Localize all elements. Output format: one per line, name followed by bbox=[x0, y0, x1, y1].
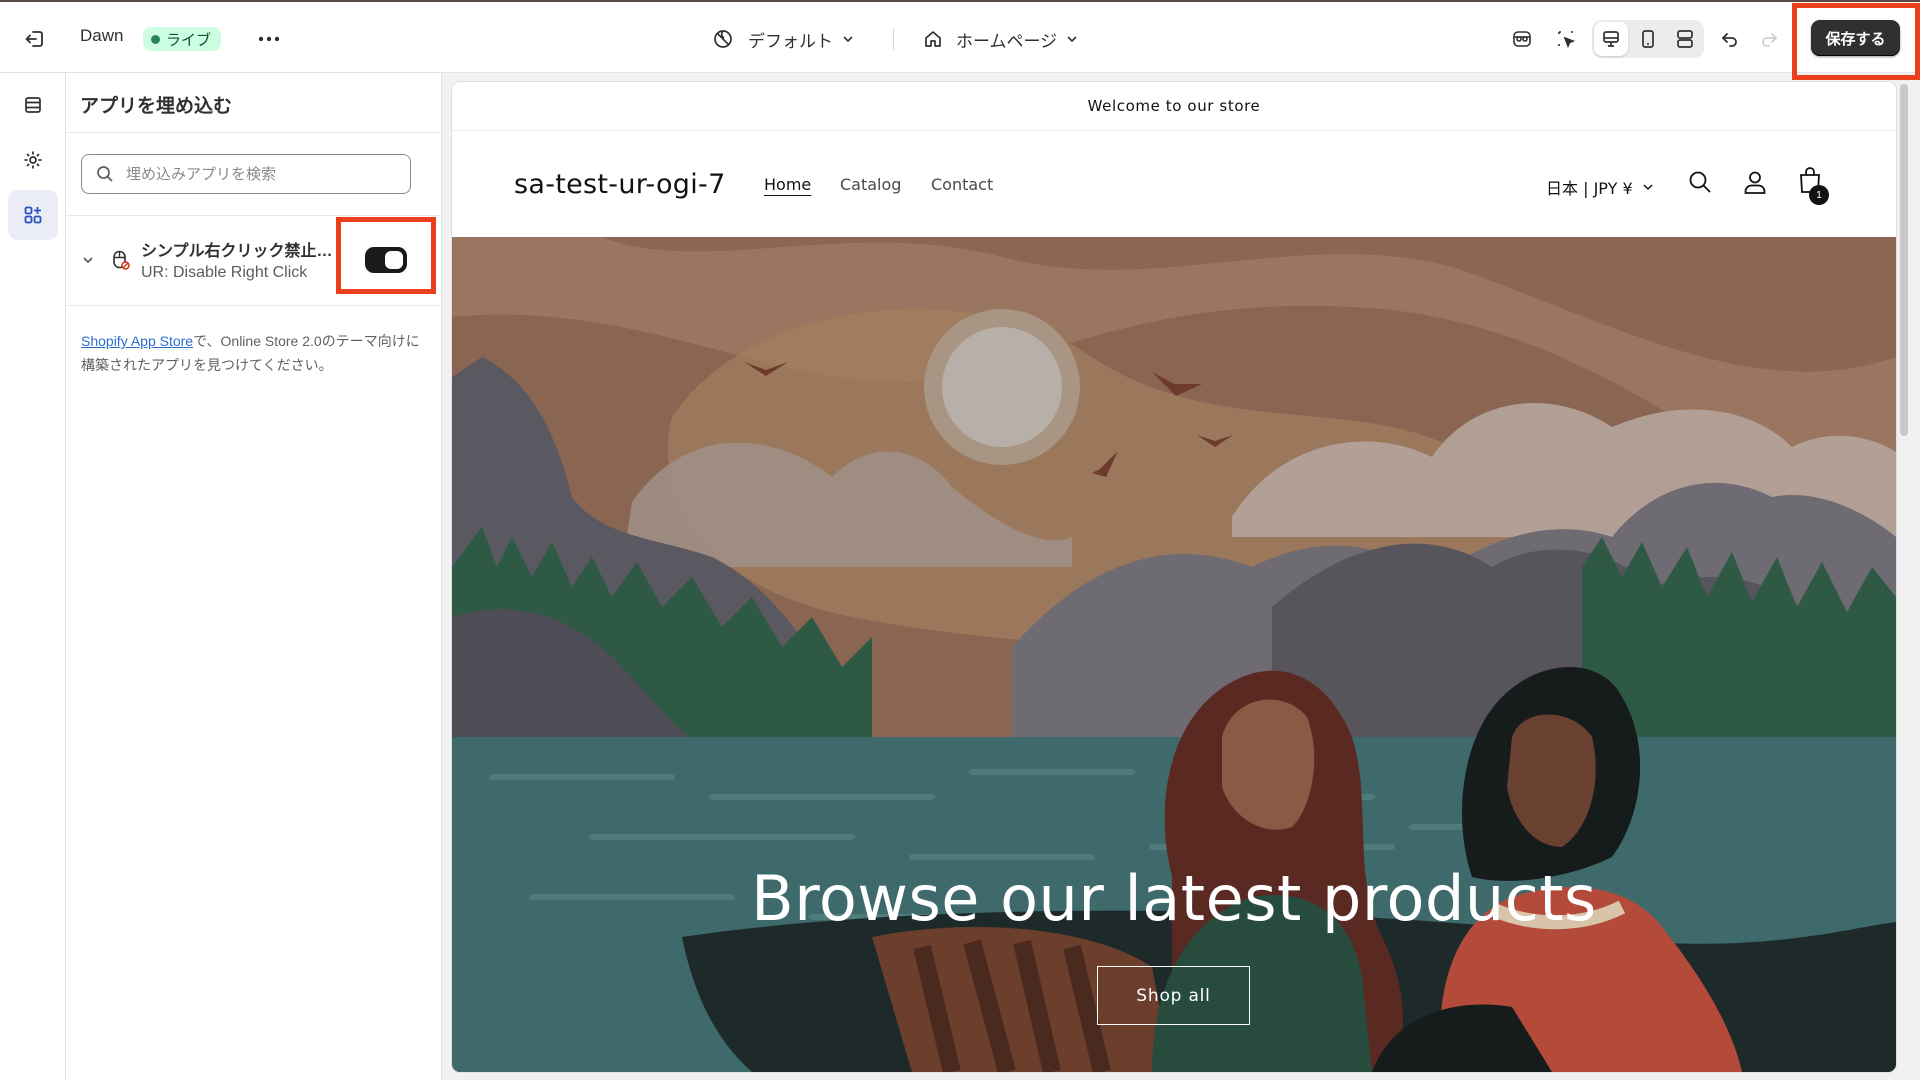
mouse-block-icon bbox=[113, 250, 130, 270]
inspector-icon bbox=[1513, 31, 1531, 47]
theme-name: Dawn bbox=[80, 26, 124, 45]
store-logo[interactable]: sa-test-ur-ogi-7 bbox=[514, 169, 726, 200]
chevron-down-icon[interactable] bbox=[80, 252, 96, 268]
redo-icon bbox=[1762, 33, 1777, 47]
preview-scrollbar[interactable] bbox=[1900, 84, 1908, 436]
app-search-field[interactable] bbox=[81, 154, 411, 194]
apps-icon bbox=[24, 206, 42, 224]
panel-divider bbox=[66, 132, 442, 133]
app-embeds-nav-button[interactable] bbox=[8, 190, 58, 240]
app-search-input[interactable] bbox=[126, 165, 386, 183]
save-button-highlight bbox=[1792, 3, 1920, 80]
cart-count-badge: 1 bbox=[1809, 185, 1829, 205]
chevron-down-icon bbox=[1643, 184, 1653, 191]
select-element-button[interactable] bbox=[1549, 22, 1583, 56]
left-rail bbox=[0, 73, 66, 1080]
template-label: デフォルト bbox=[748, 31, 833, 51]
desktop-view-button[interactable] bbox=[1594, 22, 1628, 56]
ellipsis-icon bbox=[258, 36, 280, 42]
nav-link-home[interactable]: Home bbox=[764, 175, 811, 194]
redo-button[interactable] bbox=[1752, 22, 1786, 56]
editor-topbar: Dawn ライブ デフォルト ホームページ 保存する bbox=[0, 0, 1920, 73]
chevron-down-icon bbox=[1067, 36, 1077, 43]
undo-button[interactable] bbox=[1713, 22, 1747, 56]
theme-settings-nav-button[interactable] bbox=[8, 135, 58, 185]
hero-illustration bbox=[452, 237, 1896, 1072]
inspector-button[interactable] bbox=[1505, 22, 1539, 56]
toggle-highlight bbox=[336, 217, 436, 294]
app-embed-provider: UR: Disable Right Click bbox=[141, 264, 308, 281]
mobile-icon bbox=[1642, 30, 1654, 48]
nav-link-contact[interactable]: Contact bbox=[931, 175, 993, 194]
shop-all-button[interactable]: Shop all bbox=[1097, 966, 1250, 1025]
home-icon bbox=[925, 31, 941, 47]
mobile-view-button[interactable] bbox=[1631, 22, 1665, 56]
panel-title: アプリを埋め込む bbox=[80, 96, 233, 117]
storefront-preview: Welcome to our store sa-test-ur-ogi-7 Ho… bbox=[452, 82, 1896, 1072]
currency-selector[interactable]: 日本 | JPY ¥ bbox=[1546, 175, 1655, 199]
live-badge: ライブ bbox=[143, 27, 222, 51]
template-selector[interactable]: デフォルト bbox=[712, 22, 855, 56]
topbar-divider bbox=[893, 28, 894, 50]
hero-heading: Browse our latest products bbox=[751, 862, 1597, 935]
store-header: sa-test-ur-ogi-7 Home Catalog Contact 日本… bbox=[452, 131, 1896, 237]
app-store-help-text: Shopify App Storeで、Online Store 2.0のテーマ向… bbox=[81, 329, 421, 377]
cursor-select-icon bbox=[1558, 31, 1576, 49]
shopify-app-store-link[interactable]: Shopify App Store bbox=[81, 333, 193, 349]
currency-label: 日本 | JPY ¥ bbox=[1546, 179, 1633, 198]
account-icon[interactable] bbox=[1742, 169, 1768, 195]
more-actions-button[interactable] bbox=[253, 24, 285, 54]
live-badge-label: ライブ bbox=[166, 31, 212, 49]
template-icon bbox=[714, 30, 732, 48]
app-embed-name: シンプル右クリック禁止アプリ bbox=[141, 243, 341, 260]
page-selector[interactable]: ホームページ bbox=[922, 22, 1079, 56]
exit-icon bbox=[25, 31, 43, 47]
search-icon[interactable] bbox=[1687, 169, 1713, 195]
search-icon bbox=[97, 166, 113, 182]
exit-button[interactable] bbox=[20, 24, 50, 54]
sections-nav-button[interactable] bbox=[8, 80, 58, 130]
fullscreen-view-button[interactable] bbox=[1668, 22, 1702, 56]
sections-icon bbox=[25, 97, 41, 113]
nav-link-catalog[interactable]: Catalog bbox=[840, 175, 901, 194]
hero-banner: Browse our latest products Shop all bbox=[452, 237, 1896, 1072]
chevron-down-icon bbox=[843, 36, 853, 43]
announcement-bar: Welcome to our store bbox=[452, 82, 1896, 131]
panel-divider bbox=[66, 215, 442, 216]
fullscreen-icon bbox=[1677, 30, 1693, 48]
gear-icon bbox=[24, 151, 42, 169]
live-dot-icon bbox=[151, 34, 160, 44]
undo-icon bbox=[1722, 33, 1737, 47]
desktop-icon bbox=[1603, 31, 1619, 47]
page-label: ホームページ bbox=[956, 31, 1058, 51]
panel-divider bbox=[66, 305, 442, 306]
